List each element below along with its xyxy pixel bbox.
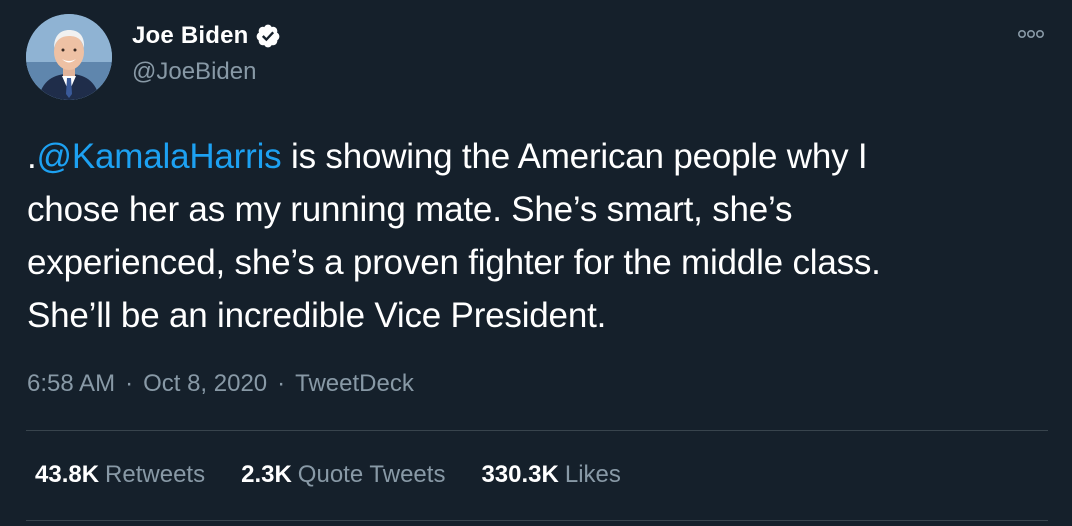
tweet-prefix: . bbox=[27, 137, 37, 176]
tweet-line-1: .@KamalaHarris is showing the American p… bbox=[27, 130, 1037, 183]
quote-tweets-label: Quote Tweets bbox=[297, 461, 446, 488]
author-handle[interactable]: @JoeBiden bbox=[132, 58, 256, 86]
more-options-icon[interactable] bbox=[1016, 26, 1046, 42]
tweet-meta: 6:58 AM · Oct 8, 2020 · TweetDeck bbox=[27, 370, 414, 398]
meta-separator: · bbox=[277, 370, 286, 397]
tweet-time[interactable]: 6:58 AM bbox=[27, 370, 115, 398]
tweet-card: Joe Biden @JoeBiden .@KamalaHarris is sh… bbox=[0, 0, 1072, 526]
tweet-text: .@KamalaHarris is showing the American p… bbox=[27, 130, 1037, 342]
tweet-source[interactable]: TweetDeck bbox=[295, 370, 414, 398]
tweet-line-3: experienced, she’s a proven fighter for … bbox=[27, 243, 881, 282]
verified-badge-icon bbox=[255, 23, 281, 49]
tweet-stats: 43.8K Retweets 2.3K Quote Tweets 330.3K Lik… bbox=[35, 461, 621, 489]
likes-label: Likes bbox=[564, 461, 621, 488]
author-display-name[interactable]: Joe Biden bbox=[132, 22, 249, 50]
avatar-image bbox=[26, 14, 112, 100]
quote-tweets-stat[interactable]: 2.3K Quote Tweets bbox=[241, 461, 445, 489]
mention-link[interactable]: @KamalaHarris bbox=[37, 137, 282, 176]
tweet-line-4: She’ll be an incredible Vice President. bbox=[27, 296, 607, 335]
retweets-label: Retweets bbox=[105, 461, 206, 488]
retweets-stat[interactable]: 43.8K Retweets bbox=[35, 461, 205, 489]
meta-separator: · bbox=[125, 370, 134, 397]
tweet-line-1-rest: is showing the American people why I bbox=[281, 137, 868, 176]
quote-tweets-count: 2.3K bbox=[241, 461, 292, 488]
divider-bottom bbox=[26, 520, 1048, 521]
avatar[interactable] bbox=[26, 14, 112, 100]
author-name-row: Joe Biden bbox=[132, 22, 281, 50]
likes-count: 330.3K bbox=[481, 461, 559, 488]
tweet-date[interactable]: Oct 8, 2020 bbox=[143, 370, 267, 398]
tweet-line-2: chose her as my running mate. She’s smar… bbox=[27, 190, 793, 229]
likes-stat[interactable]: 330.3K Likes bbox=[481, 461, 620, 489]
retweets-count: 43.8K bbox=[35, 461, 100, 488]
divider-top bbox=[26, 430, 1048, 431]
